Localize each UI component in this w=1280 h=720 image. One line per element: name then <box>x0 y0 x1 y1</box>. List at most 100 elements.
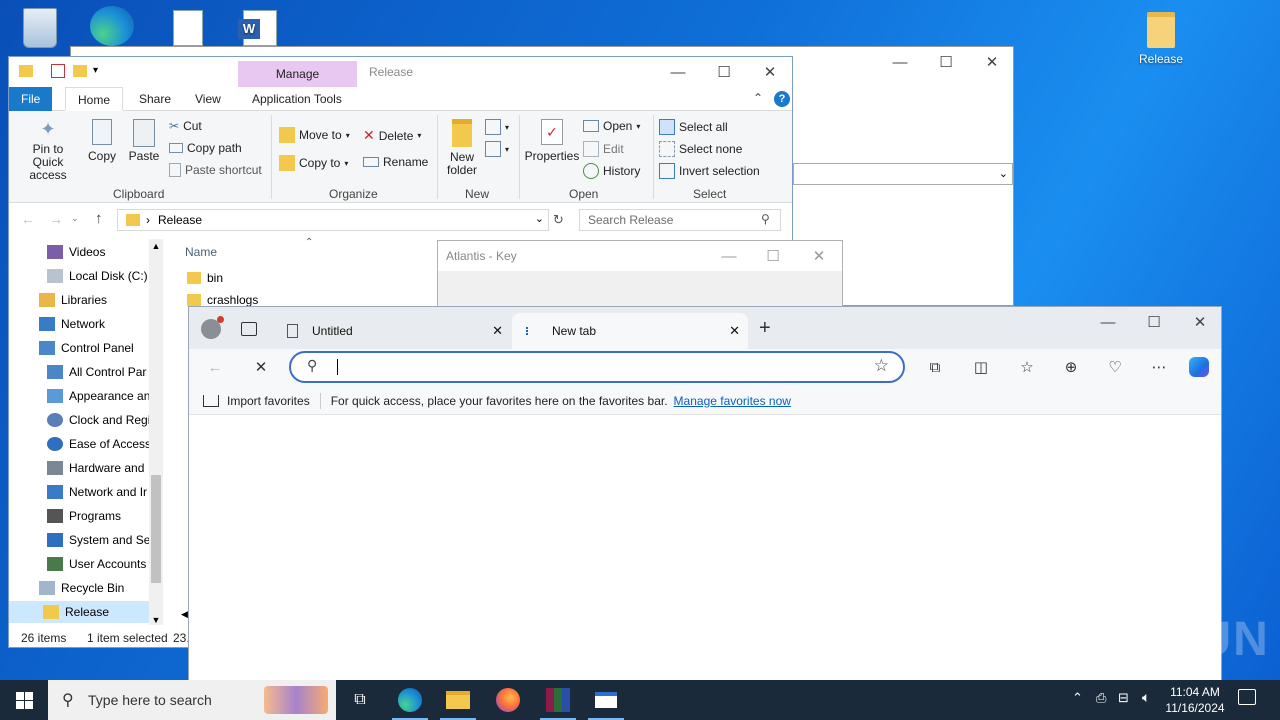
minimize-button[interactable]: — <box>706 241 752 271</box>
tab-home[interactable]: Home <box>65 87 124 111</box>
close-tab-icon[interactable]: ✕ <box>729 323 740 339</box>
desktop-word-file-icon[interactable]: W <box>232 10 288 46</box>
close-button[interactable]: ✕ <box>747 57 793 87</box>
new-tab-icon[interactable]: + <box>759 317 771 340</box>
start-button[interactable] <box>0 680 48 720</box>
scroll-up-icon[interactable]: ▲ <box>149 239 163 253</box>
back-icon[interactable]: ← <box>21 211 35 227</box>
network-tray-icon[interactable]: ⊟ <box>1118 690 1129 706</box>
profile-avatar[interactable] <box>201 316 224 339</box>
nav-item-release[interactable]: Release <box>9 601 149 623</box>
select-none-button[interactable]: Select none <box>659 141 742 157</box>
tab-file[interactable]: File <box>9 87 53 111</box>
list-item[interactable]: crashlogs <box>187 293 258 307</box>
taskbar-search-input[interactable]: ⚲ Type here to search <box>48 680 336 720</box>
address-bar[interactable]: › Release ⌄ <box>117 209 549 231</box>
extensions-icon[interactable]: ⧉ <box>925 357 945 377</box>
background-dropdown[interactable]: ⌄ <box>793 163 1013 185</box>
minimize-button[interactable]: — <box>877 47 923 77</box>
help-icon[interactable]: ? <box>774 91 790 107</box>
collections-icon[interactable]: ⊕ <box>1061 357 1081 377</box>
taskbar-firefox[interactable] <box>484 680 532 720</box>
back-icon[interactable]: ← <box>205 357 225 377</box>
close-button[interactable]: ✕ <box>1177 307 1223 337</box>
volume-icon[interactable]: 🔈︎ <box>1142 689 1150 706</box>
nav-item-all-control-panel[interactable]: All Control Par <box>47 361 146 383</box>
maximize-button[interactable]: ☐ <box>1131 307 1177 337</box>
minimize-button[interactable]: — <box>655 57 701 87</box>
edge-tab-new-tab[interactable]: New tab ✕ <box>512 313 748 349</box>
forward-icon[interactable]: → <box>49 211 63 227</box>
nav-item-hardware[interactable]: Hardware and <box>47 457 144 479</box>
cut-button[interactable]: ✂ Cut <box>169 119 202 133</box>
maximize-button[interactable]: ☐ <box>923 47 969 77</box>
favorite-star-icon[interactable]: ☆ <box>874 356 889 376</box>
paste-shortcut-button[interactable]: Paste shortcut <box>169 163 262 177</box>
nav-item-local-disk[interactable]: Local Disk (C:) <box>47 265 148 287</box>
desktop-edge-icon[interactable] <box>84 6 140 46</box>
select-all-button[interactable]: Select all <box>659 119 728 135</box>
import-favorites-button[interactable]: Import favorites <box>227 394 310 408</box>
open-button[interactable]: Open ▾ <box>583 119 640 133</box>
copy-to-button[interactable]: Copy to ▾ <box>279 155 348 171</box>
list-item[interactable]: bin <box>187 271 223 285</box>
paste-button[interactable]: Paste <box>125 119 163 163</box>
nav-item-system-security[interactable]: System and Sec <box>47 529 156 551</box>
new-folder-qa-icon[interactable] <box>73 65 87 77</box>
nav-scrollbar[interactable]: ▲ ▼ <box>149 239 163 625</box>
desktop-image-file-icon[interactable] <box>160 10 216 46</box>
history-button[interactable]: History <box>583 163 640 179</box>
scroll-left-icon[interactable]: ◀ <box>181 609 188 620</box>
device-icon[interactable]: ⎙ <box>1096 690 1106 706</box>
move-to-button[interactable]: Move to ▾ <box>279 127 350 143</box>
properties-button[interactable]: ✓ Properties <box>523 119 581 163</box>
nav-item-network[interactable]: Network <box>39 313 105 335</box>
close-tab-icon[interactable]: ✕ <box>492 323 503 339</box>
delete-button[interactable]: ✕ Delete ▾ <box>363 127 421 144</box>
copilot-icon[interactable] <box>1189 357 1209 377</box>
nav-item-programs[interactable]: Programs <box>47 505 121 527</box>
copy-path-button[interactable]: Copy path <box>169 141 242 155</box>
address-bar[interactable]: ⚲ ☆ <box>289 351 905 383</box>
scrollbar-thumb[interactable] <box>151 475 161 583</box>
new-item-button[interactable]: ▾ <box>485 119 509 135</box>
maximize-button[interactable]: ☐ <box>750 241 796 271</box>
properties-qa-icon[interactable] <box>51 64 65 78</box>
scroll-down-icon[interactable]: ▼ <box>149 615 163 625</box>
close-button[interactable]: ✕ <box>796 241 842 271</box>
taskbar-file-explorer[interactable] <box>434 680 482 720</box>
tab-actions-icon[interactable] <box>241 322 257 336</box>
edit-button[interactable]: Edit <box>583 141 624 157</box>
task-view-button[interactable]: ⧉ <box>336 680 384 720</box>
refresh-icon[interactable]: ↻ <box>553 212 564 228</box>
ribbon-collapse-icon[interactable]: ⌃ <box>753 91 763 105</box>
nav-item-ease-of-access[interactable]: Ease of Access <box>47 433 151 455</box>
taskbar-winrar[interactable] <box>534 680 582 720</box>
minimize-button[interactable]: — <box>1085 307 1131 337</box>
maximize-button[interactable]: ☐ <box>701 57 747 87</box>
close-button[interactable]: ✕ <box>969 47 1015 77</box>
rename-button[interactable]: Rename <box>363 155 428 169</box>
new-folder-button[interactable]: New folder <box>443 119 481 177</box>
recent-locations-icon[interactable]: ⌄ <box>71 213 79 224</box>
pin-quick-access-button[interactable]: ✦ Pin to Quick access <box>13 119 83 182</box>
browser-essentials-icon[interactable]: ♡ <box>1105 357 1125 377</box>
nav-item-videos[interactable]: Videos <box>47 241 105 263</box>
desktop-recycle-bin-icon[interactable] <box>12 8 68 48</box>
copy-button[interactable]: Copy <box>85 119 119 163</box>
tab-application-tools[interactable]: Application Tools <box>240 87 354 111</box>
column-header-name[interactable]: Name <box>185 245 217 259</box>
search-input[interactable]: Search Release <box>579 209 781 231</box>
edge-tab-untitled[interactable]: Untitled ✕ <box>273 313 511 349</box>
nav-item-control-panel[interactable]: Control Panel <box>39 337 134 359</box>
invert-selection-button[interactable]: Invert selection <box>659 163 760 179</box>
more-options-icon[interactable]: ⋯ <box>1149 357 1169 377</box>
favorites-icon[interactable]: ☆ <box>1017 357 1037 377</box>
taskbar-atlantis[interactable] <box>582 680 630 720</box>
nav-item-appearance[interactable]: Appearance an <box>47 385 150 407</box>
qa-dropdown-icon[interactable]: ▾ <box>93 65 98 76</box>
stop-loading-icon[interactable]: ✕ <box>251 357 271 377</box>
nav-item-user-accounts[interactable]: User Accounts <box>47 553 146 575</box>
desktop-release-folder[interactable]: Release <box>1133 12 1189 66</box>
tab-share[interactable]: Share <box>127 87 183 111</box>
